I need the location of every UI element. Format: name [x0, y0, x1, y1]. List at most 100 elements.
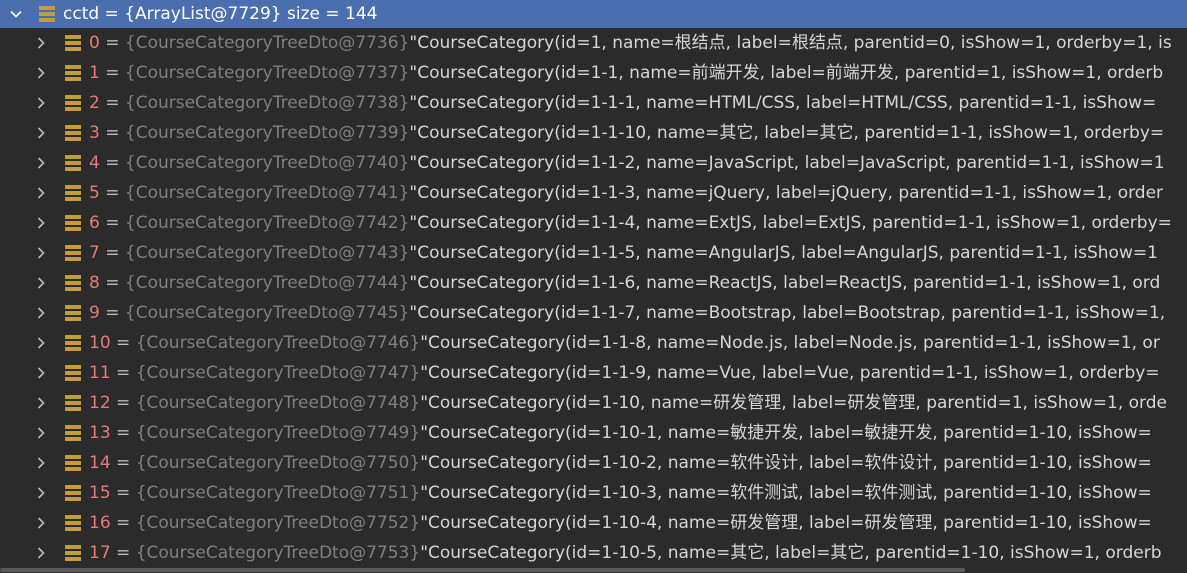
variable-row[interactable]: 8 = {CourseCategoryTreeDto@7744}"CourseC… [0, 268, 1187, 298]
chevron-right-icon[interactable] [33, 538, 49, 568]
variable-row[interactable]: 13 = {CourseCategoryTreeDto@7749}"Course… [0, 418, 1187, 448]
equals-sign: = [99, 183, 125, 203]
item-value: "CourseCategory(id=1-10-4, name=研发管理, la… [420, 513, 1152, 533]
chevron-right-icon[interactable] [33, 448, 49, 478]
variable-name: cctd [63, 4, 100, 24]
item-index: 10 [89, 333, 111, 353]
chevron-right-icon[interactable] [33, 28, 49, 58]
scrollbar-thumb[interactable] [0, 568, 965, 572]
chevron-right-icon[interactable] [33, 298, 49, 328]
item-value: "CourseCategory(id=1-1-7, name=Bootstrap… [409, 303, 1166, 323]
field-icon [65, 245, 81, 261]
chevron-right-icon[interactable] [33, 88, 49, 118]
variable-label: 7 = {CourseCategoryTreeDto@7743}"CourseC… [89, 238, 1158, 268]
item-index: 16 [89, 513, 111, 533]
item-index: 6 [89, 213, 100, 233]
variable-row[interactable]: 17 = {CourseCategoryTreeDto@7753}"Course… [0, 538, 1187, 568]
equals-sign: = [99, 63, 125, 83]
chevron-right-icon[interactable] [33, 58, 49, 88]
field-icon [65, 365, 81, 381]
chevron-right-icon[interactable] [33, 208, 49, 238]
item-value: "CourseCategory(id=1-1-6, name=ReactJS, … [409, 273, 1161, 293]
equals-sign: = [110, 423, 136, 443]
item-value: "CourseCategory(id=1, name=根结点, label=根结… [409, 33, 1172, 53]
item-value: "CourseCategory(id=1-10, name=研发管理, labe… [420, 393, 1167, 413]
horizontal-scrollbar[interactable] [0, 567, 1187, 573]
field-icon [65, 545, 81, 561]
variable-row[interactable]: 12 = {CourseCategoryTreeDto@7748}"Course… [0, 388, 1187, 418]
item-index: 13 [89, 423, 111, 443]
chevron-right-icon[interactable] [33, 178, 49, 208]
item-reference: {CourseCategoryTreeDto@7741} [124, 183, 410, 203]
item-value: "CourseCategory(id=1-10-2, name=软件设计, la… [420, 453, 1152, 473]
item-index: 0 [89, 33, 100, 53]
variable-row[interactable]: 5 = {CourseCategoryTreeDto@7741}"CourseC… [0, 178, 1187, 208]
item-index: 15 [89, 483, 111, 503]
field-icon [65, 395, 81, 411]
variable-label: 8 = {CourseCategoryTreeDto@7744}"CourseC… [89, 268, 1160, 298]
chevron-right-icon[interactable] [33, 388, 49, 418]
field-icon [39, 6, 55, 22]
field-icon [65, 95, 81, 111]
chevron-right-icon[interactable] [33, 358, 49, 388]
item-value: "CourseCategory(id=1-1-10, name=其它, labe… [409, 123, 1165, 143]
equals-sign: = [110, 543, 136, 563]
item-reference: {CourseCategoryTreeDto@7745} [124, 303, 410, 323]
variable-row[interactable]: 15 = {CourseCategoryTreeDto@7751}"Course… [0, 478, 1187, 508]
chevron-right-icon[interactable] [33, 508, 49, 538]
equals-sign: = [99, 93, 125, 113]
variable-label: 9 = {CourseCategoryTreeDto@7745}"CourseC… [89, 298, 1165, 328]
variable-label: 13 = {CourseCategoryTreeDto@7749}"Course… [89, 418, 1152, 448]
variable-label: 4 = {CourseCategoryTreeDto@7740}"CourseC… [89, 148, 1165, 178]
item-reference: {CourseCategoryTreeDto@7746} [135, 333, 421, 353]
field-icon [65, 35, 81, 51]
equals-sign: = [99, 273, 125, 293]
chevron-right-icon[interactable] [33, 148, 49, 178]
item-reference: {CourseCategoryTreeDto@7750} [135, 453, 421, 473]
variable-label: 2 = {CourseCategoryTreeDto@7738}"CourseC… [89, 88, 1156, 118]
item-index: 5 [89, 183, 100, 203]
variable-row[interactable]: 2 = {CourseCategoryTreeDto@7738}"CourseC… [0, 88, 1187, 118]
variable-label: 5 = {CourseCategoryTreeDto@7741}"CourseC… [89, 178, 1163, 208]
field-icon [65, 125, 81, 141]
variable-row[interactable]: 3 = {CourseCategoryTreeDto@7739}"CourseC… [0, 118, 1187, 148]
variable-label: cctd = {ArrayList@7729} size = 144 [63, 0, 378, 28]
item-value: "CourseCategory(id=1-1-1, name=HTML/CSS,… [409, 93, 1157, 113]
item-value: "CourseCategory(id=1-10-1, name=敏捷开发, la… [420, 423, 1152, 443]
item-reference: {CourseCategoryTreeDto@7743} [124, 243, 410, 263]
item-reference: {CourseCategoryTreeDto@7749} [135, 423, 421, 443]
chevron-right-icon[interactable] [33, 238, 49, 268]
variable-row-cctd[interactable]: cctd = {ArrayList@7729} size = 144 [0, 0, 1187, 28]
equals-sign: = [110, 483, 136, 503]
chevron-right-icon[interactable] [33, 268, 49, 298]
variable-row[interactable]: 10 = {CourseCategoryTreeDto@7746}"Course… [0, 328, 1187, 358]
variable-row[interactable]: 11 = {CourseCategoryTreeDto@7747}"Course… [0, 358, 1187, 388]
field-icon [65, 305, 81, 321]
chevron-right-icon[interactable] [33, 418, 49, 448]
variable-row[interactable]: 1 = {CourseCategoryTreeDto@7737}"CourseC… [0, 58, 1187, 88]
field-icon [65, 455, 81, 471]
item-reference: {CourseCategoryTreeDto@7736} [124, 33, 410, 53]
equals-sign: = [110, 453, 136, 473]
variable-row[interactable]: 0 = {CourseCategoryTreeDto@7736}"CourseC… [0, 28, 1187, 58]
variable-label: 3 = {CourseCategoryTreeDto@7739}"CourseC… [89, 118, 1164, 148]
item-value: "CourseCategory(id=1-1-3, name=jQuery, l… [409, 183, 1164, 203]
chevron-down-icon[interactable] [8, 0, 24, 28]
variable-row[interactable]: 14 = {CourseCategoryTreeDto@7750}"Course… [0, 448, 1187, 478]
item-index: 12 [89, 393, 111, 413]
variable-row[interactable]: 16 = {CourseCategoryTreeDto@7752}"Course… [0, 508, 1187, 538]
chevron-right-icon[interactable] [33, 328, 49, 358]
variable-row[interactable]: 7 = {CourseCategoryTreeDto@7743}"CourseC… [0, 238, 1187, 268]
equals-sign: = [110, 393, 136, 413]
field-icon [65, 185, 81, 201]
variable-label: 12 = {CourseCategoryTreeDto@7748}"Course… [89, 388, 1167, 418]
equals-sign: = [99, 213, 125, 233]
item-index: 8 [89, 273, 100, 293]
chevron-right-icon[interactable] [33, 478, 49, 508]
variable-row[interactable]: 9 = {CourseCategoryTreeDto@7745}"CourseC… [0, 298, 1187, 328]
variable-row[interactable]: 4 = {CourseCategoryTreeDto@7740}"CourseC… [0, 148, 1187, 178]
variable-row[interactable]: 6 = {CourseCategoryTreeDto@7742}"CourseC… [0, 208, 1187, 238]
equals-sign: = [99, 243, 125, 263]
chevron-right-icon[interactable] [33, 118, 49, 148]
equals-sign: = [99, 123, 125, 143]
